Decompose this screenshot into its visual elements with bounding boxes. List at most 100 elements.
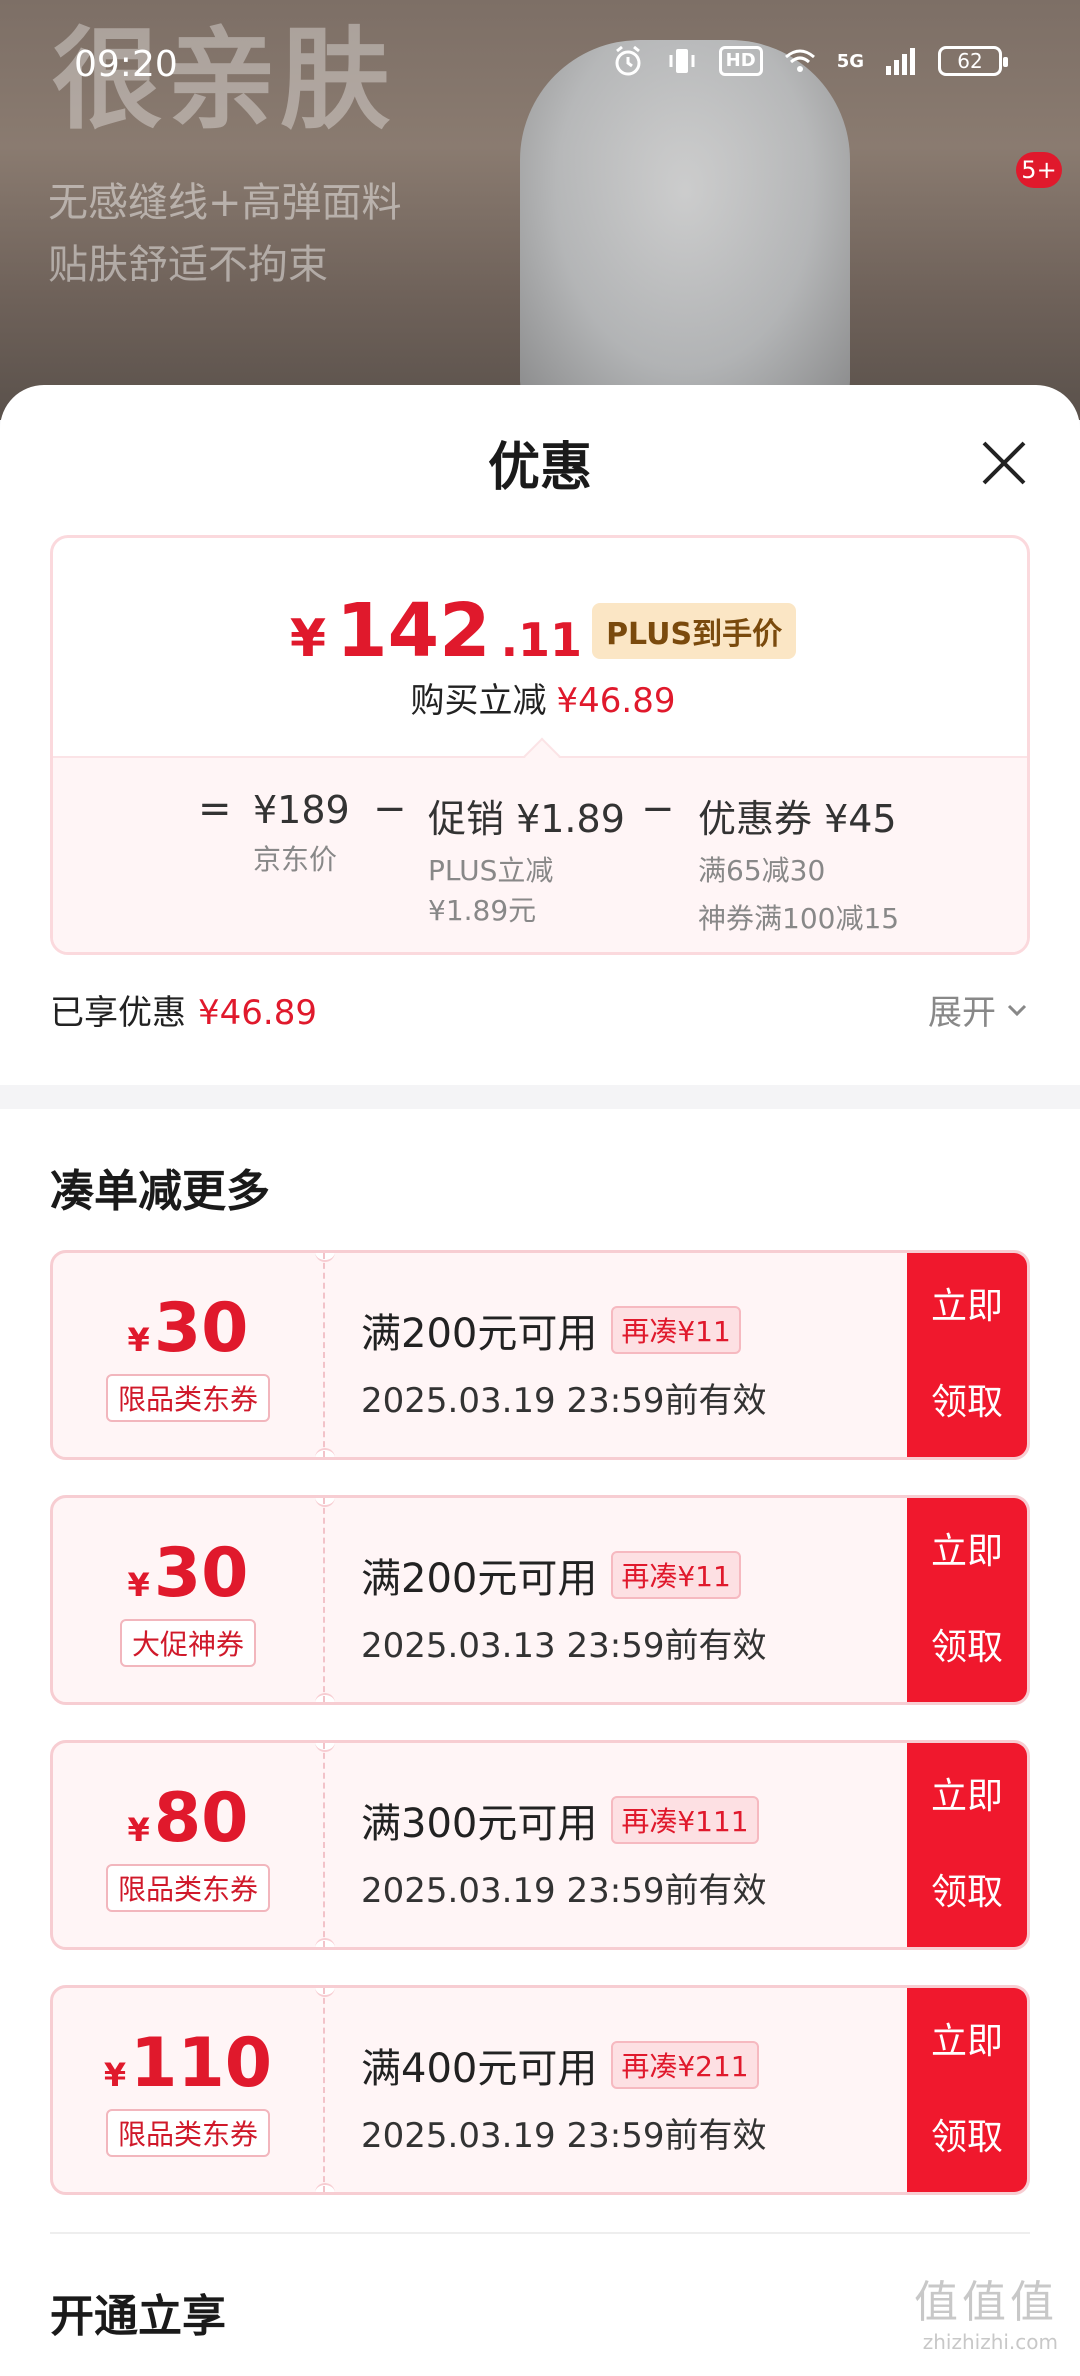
expand-button[interactable]: 展开 (928, 985, 1030, 1034)
coupon-sub: 满65减30 神券满100减15 (698, 851, 899, 939)
section-title-open-membership: 开通立享 (50, 2291, 226, 2342)
coupon-amount: ¥30 (128, 1534, 249, 1613)
minus-sign-2: − (641, 786, 675, 832)
enjoyed-amount: ¥46.89 (198, 993, 317, 1033)
coupon-number: 30 (153, 1533, 249, 1613)
coupon-amount: ¥30 (128, 1289, 249, 1368)
network-type-icon: 5G (836, 50, 864, 72)
coupon-value: ¥110 限品类东券 (53, 1988, 325, 2192)
price-symbol: ¥ (289, 609, 327, 669)
coupon-details: 满200元可用 再凑¥11 2025.03.13 23:59前有效 (361, 1546, 766, 1667)
section-divider-line (50, 2232, 1030, 2234)
coupon-symbol: ¥ (127, 1320, 150, 1359)
price-decimal: .11 (500, 613, 583, 667)
coupon-condition: 满200元可用 再凑¥11 (361, 1301, 766, 1359)
promo-sub: PLUS立减 ¥1.89元 (428, 851, 625, 931)
purchase-discount: 购买立减 ¥46.89 (53, 673, 1027, 722)
coupon-details: 满300元可用 再凑¥111 2025.03.19 23:59前有效 (361, 1791, 766, 1912)
purchase-discount-label: 购买立减 (410, 681, 547, 721)
coupon-card: ¥110 限品类东券 满400元可用 再凑¥211 2025.03.19 23:… (50, 1985, 1030, 2195)
coupon-more-tag: 再凑¥111 (611, 1796, 759, 1844)
jd-price-col: ¥189 京东价 (253, 788, 350, 880)
section-divider (0, 1085, 1080, 1109)
claim-label-1: 立即 (930, 1286, 1003, 1327)
enjoyed-discount: 已享优惠 ¥46.89 (50, 985, 317, 1034)
wifi-icon (784, 49, 815, 72)
claim-coupon-button[interactable]: 立即 领取 (907, 1743, 1027, 1947)
promo-amount: 促销 ¥1.89 (428, 797, 625, 841)
coupon-value: ¥30 限品类东券 (53, 1253, 325, 1457)
claim-label-1: 立即 (930, 1531, 1003, 1572)
coupon-number: 30 (153, 1288, 249, 1368)
jd-price-label: 京东价 (253, 843, 338, 876)
equals-sign: = (198, 786, 232, 832)
signal-icon (886, 48, 915, 75)
coupon-validity: 2025.03.13 23:59前有效 (361, 1626, 767, 1666)
coupon-validity: 2025.03.19 23:59前有效 (361, 1381, 767, 1421)
promo-sub-line1: PLUS立减 (428, 854, 554, 887)
claim-label-2: 领取 (930, 1872, 1003, 1913)
close-icon[interactable] (976, 435, 1032, 491)
watermark-logo: 值值值 (914, 2277, 1058, 2328)
vibrate-icon (669, 49, 695, 73)
claim-label-1: 立即 (930, 2021, 1003, 2062)
claim-coupon-button[interactable]: 立即 领取 (907, 1498, 1027, 1702)
coupon-validity: 2025.03.19 23:59前有效 (361, 2116, 767, 2156)
coupon-more-tag: 再凑¥11 (611, 1306, 741, 1354)
coupon-condition: 满200元可用 再凑¥11 (361, 1546, 766, 1604)
claim-label-2: 领取 (930, 1627, 1003, 1668)
hd-icon: HD (718, 46, 763, 76)
chevron-down-icon (1007, 1004, 1027, 1016)
plus-price-tag: PLUS到手价 (592, 603, 797, 659)
final-price: ¥142.11 PLUS到手价 (53, 588, 1027, 674)
coupon-condition-text: 满300元可用 (361, 1801, 598, 1847)
coupon-number: 80 (153, 1778, 249, 1858)
expand-label: 展开 (928, 993, 996, 1033)
status-time: 09:20 (74, 44, 178, 85)
site-watermark: 值值值 zhizhizhi.com (914, 2266, 1058, 2354)
coupon-amount: 优惠券 ¥45 (698, 797, 897, 841)
banner-subtitle-1: 无感缝线+高弹面料 (48, 180, 402, 226)
coupon-amount: ¥110 (104, 2024, 272, 2103)
promo-col: 促销 ¥1.89 PLUS立减 ¥1.89元 (428, 788, 625, 931)
coupon-details: 满200元可用 再凑¥11 2025.03.19 23:59前有效 (361, 1301, 766, 1422)
section-title-more-discounts: 凑单减更多 (50, 1166, 270, 1217)
coupon-condition-text: 满400元可用 (361, 2046, 598, 2092)
discount-sheet: 优惠 ¥142.11 PLUS到手价 购买立减 ¥46.89 = ¥189 京东价… (0, 385, 1080, 2376)
price-integer: 142 (336, 588, 491, 674)
banner-subtitle-2: 贴肤舒适不拘束 (48, 242, 328, 288)
purchase-discount-amount: ¥46.89 (556, 681, 676, 721)
status-icons: HD 5G 62 (611, 44, 1008, 78)
coupon-type-tag: 限品类东券 (105, 2108, 270, 2157)
price-breakdown: = ¥189 京东价 − 促销 ¥1.89 PLUS立减 ¥1.89元 − 优惠… (53, 756, 1027, 952)
status-bar: 09:20 HD 5G 62 (0, 0, 1080, 120)
minus-sign-1: − (373, 786, 407, 832)
coupon-type-tag: 限品类东券 (105, 1373, 270, 1422)
coupon-amount: ¥80 (128, 1779, 249, 1858)
coupon-details: 满400元可用 再凑¥211 2025.03.19 23:59前有效 (361, 2036, 766, 2157)
coupon-card: ¥30 大促神券 满200元可用 再凑¥11 2025.03.13 23:59前… (50, 1495, 1030, 1705)
claim-label-1: 立即 (930, 1776, 1003, 1817)
battery-icon: 62 (938, 46, 1008, 76)
coupon-more-tag: 再凑¥211 (611, 2041, 759, 2089)
enjoyed-label: 已享优惠 (50, 993, 186, 1033)
coupon-col: 优惠券 ¥45 满65减30 神券满100减15 (698, 788, 899, 939)
coupon-number: 110 (130, 2023, 273, 2103)
coupon-value: ¥80 限品类东券 (53, 1743, 325, 1947)
coupon-more-tag: 再凑¥11 (611, 1551, 741, 1599)
notification-badge: 5+ (1016, 152, 1062, 188)
sheet-title: 优惠 (487, 438, 592, 498)
coupon-value: ¥30 大促神券 (53, 1498, 325, 1702)
claim-label-2: 领取 (930, 2117, 1003, 2158)
coupon-condition: 满300元可用 再凑¥111 (361, 1791, 766, 1849)
claim-coupon-button[interactable]: 立即 领取 (907, 1253, 1027, 1457)
coupon-card: ¥30 限品类东券 满200元可用 再凑¥11 2025.03.19 23:59… (50, 1250, 1030, 1460)
coupon-symbol: ¥ (127, 1810, 150, 1849)
claim-coupon-button[interactable]: 立即 领取 (907, 1988, 1027, 2192)
coupon-type-tag: 大促神券 (119, 1618, 256, 1667)
coupon-condition-text: 满200元可用 (361, 1556, 598, 1602)
promo-sub-line2: ¥1.89元 (428, 894, 537, 927)
price-summary-card: ¥142.11 PLUS到手价 购买立减 ¥46.89 = ¥189 京东价 − … (50, 535, 1030, 955)
claim-label-2: 领取 (930, 1382, 1003, 1423)
coupon-symbol: ¥ (103, 2055, 127, 2094)
